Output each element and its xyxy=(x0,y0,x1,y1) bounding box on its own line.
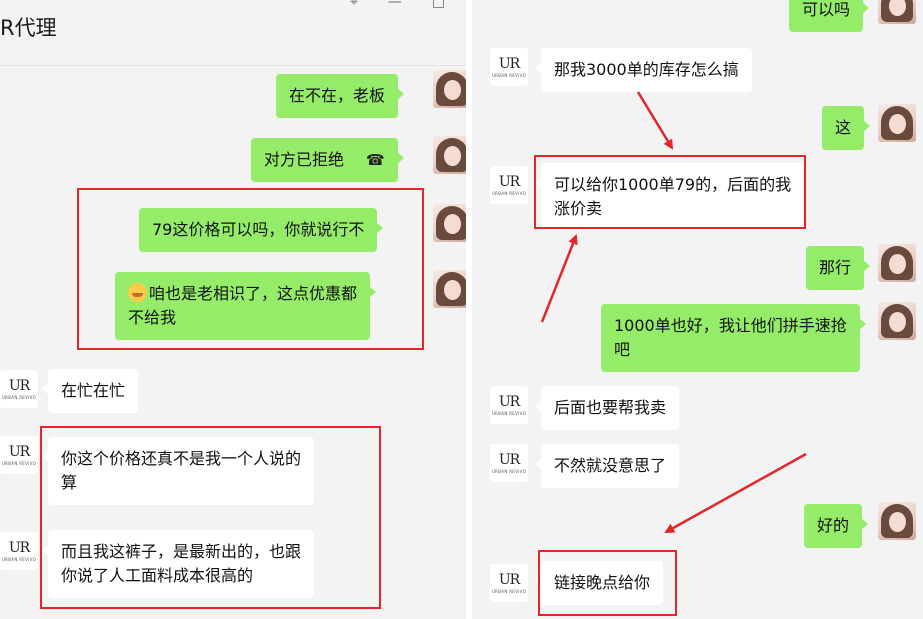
arrow-diagonal xyxy=(664,452,807,534)
highlight-box xyxy=(77,188,424,350)
message-bubble-outgoing[interactable]: 对方已拒绝 ☎ xyxy=(251,138,404,182)
avatar-self[interactable] xyxy=(433,70,466,108)
highlight-box xyxy=(40,426,381,609)
chat-pane-right: 可以吗 UR URBAN REVIVO 那我3000单的库存怎么搞 这 UR U… xyxy=(472,0,923,619)
arrow-up xyxy=(540,234,578,323)
message-bubble-incoming[interactable]: 在忙在忙 xyxy=(41,369,139,413)
message-text: 在不在，老板 xyxy=(289,86,386,105)
message-text: 在忙在忙 xyxy=(61,381,126,400)
avatar-brand[interactable]: UR URBAN REVIVO xyxy=(0,436,38,474)
window-controls: ⌖ — □ xyxy=(350,0,445,10)
avatar-self[interactable] xyxy=(433,136,466,174)
pin-icon[interactable]: ⌖ xyxy=(350,0,358,10)
chat-title: R代理 xyxy=(0,16,57,40)
chat-pane-left: R代理 ⌖ — □ 在不在，老板 对方已拒绝 ☎ 79这价格可以吗，你就说行不 咱… xyxy=(0,0,466,619)
avatar-brand[interactable]: UR URBAN REVIVO xyxy=(0,532,38,570)
phone-icon: ☎ xyxy=(366,151,385,169)
brand-logo-icon: UR xyxy=(8,443,30,460)
chat-header: R代理 ⌖ — □ xyxy=(0,0,466,66)
avatar-self[interactable] xyxy=(433,270,466,308)
minimize-icon[interactable]: — xyxy=(388,0,402,10)
brand-logo-icon: UR xyxy=(8,539,30,556)
annotation-arrows xyxy=(540,91,807,534)
avatar-brand[interactable]: UR URBAN REVIVO xyxy=(0,370,38,408)
avatar-self[interactable] xyxy=(433,204,466,242)
arrow-down xyxy=(636,91,674,150)
brand-logo-icon: UR xyxy=(8,377,30,394)
message-bubble-outgoing[interactable]: 在不在，老板 xyxy=(276,74,405,118)
message-text: 对方已拒绝 xyxy=(264,150,345,169)
maximize-icon[interactable]: □ xyxy=(432,0,445,10)
